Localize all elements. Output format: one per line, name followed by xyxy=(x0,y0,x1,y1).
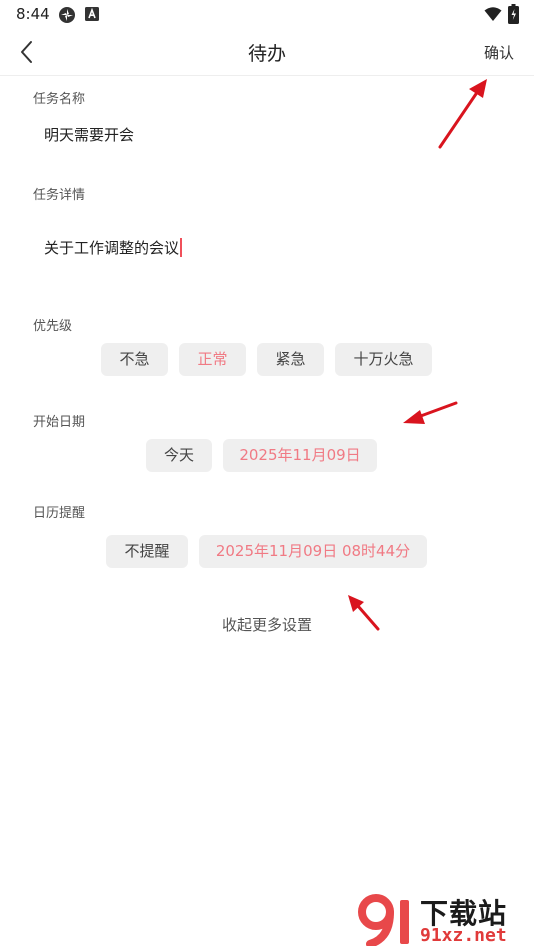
priority-label: 优先级 xyxy=(33,319,73,334)
calendar-reminder-label: 日历提醒 xyxy=(33,506,86,521)
confirm-button[interactable]: 确认 xyxy=(484,42,514,63)
task-detail-input[interactable]: 关于工作调整的会议 xyxy=(44,237,182,258)
page-title: 待办 xyxy=(247,43,286,65)
priority-option-normal[interactable]: 正常 xyxy=(179,343,246,376)
task-name-input[interactable]: 明天需要开会 xyxy=(44,124,134,145)
task-detail-text: 关于工作调整的会议 xyxy=(44,239,180,257)
priority-option-critical[interactable]: 十万火急 xyxy=(335,343,432,376)
arrow-to-confirm-icon xyxy=(438,79,487,149)
status-bar: 8:44 xyxy=(0,0,534,28)
task-detail-label: 任务详情 xyxy=(33,188,86,203)
settings-app-icon xyxy=(59,7,75,23)
reminder-none-button[interactable]: 不提醒 xyxy=(106,535,188,568)
start-date-picker[interactable]: 2025年11月09日 xyxy=(223,439,377,472)
priority-option-not-urgent[interactable]: 不急 xyxy=(101,343,168,376)
status-time: 8:44 xyxy=(16,5,50,23)
arrow-to-start-date-icon xyxy=(403,401,458,424)
watermark-logo-icon xyxy=(358,894,409,946)
priority-option-urgent[interactable]: 紧急 xyxy=(257,343,324,376)
start-date-label: 开始日期 xyxy=(33,415,86,430)
wifi-icon xyxy=(484,7,502,21)
task-name-label: 任务名称 xyxy=(33,92,86,107)
battery-icon xyxy=(508,4,519,24)
a-app-icon xyxy=(85,7,99,21)
reminder-datetime-picker[interactable]: 2025年11月09日 08时44分 xyxy=(199,535,427,568)
collapse-settings-link[interactable]: 收起更多设置 xyxy=(0,614,534,635)
text-caret xyxy=(180,238,182,257)
app-header: 待办 确认 xyxy=(0,28,534,76)
start-date-today-button[interactable]: 今天 xyxy=(146,439,212,472)
site-watermark: 下载站 91xz.net xyxy=(354,890,534,950)
watermark-url: 91xz.net xyxy=(420,925,507,946)
